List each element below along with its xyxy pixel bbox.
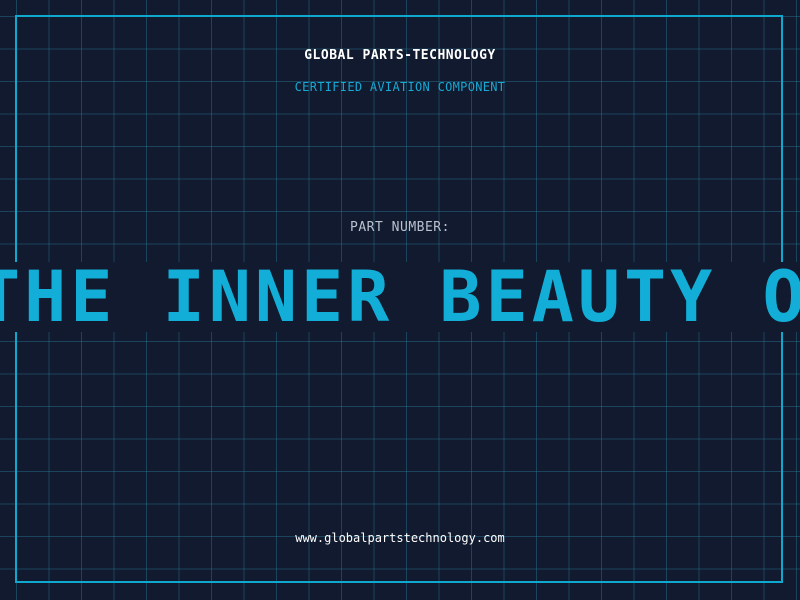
certification-tagline: CERTIFIED AVIATION COMPONENT	[294, 80, 506, 94]
company-name: GLOBAL PARTS-TECHNOLOGY	[304, 48, 496, 63]
part-number-label: PART NUMBER:	[350, 220, 450, 235]
part-number-band: THE INNER BEAUTY OF	[0, 262, 800, 332]
part-number-value: THE INNER BEAUTY OF	[0, 262, 800, 332]
certificate-card: GLOBAL PARTS-TECHNOLOGY CERTIFIED AVIATI…	[0, 0, 800, 600]
website-url: www.globalpartstechnology.com	[295, 531, 505, 545]
